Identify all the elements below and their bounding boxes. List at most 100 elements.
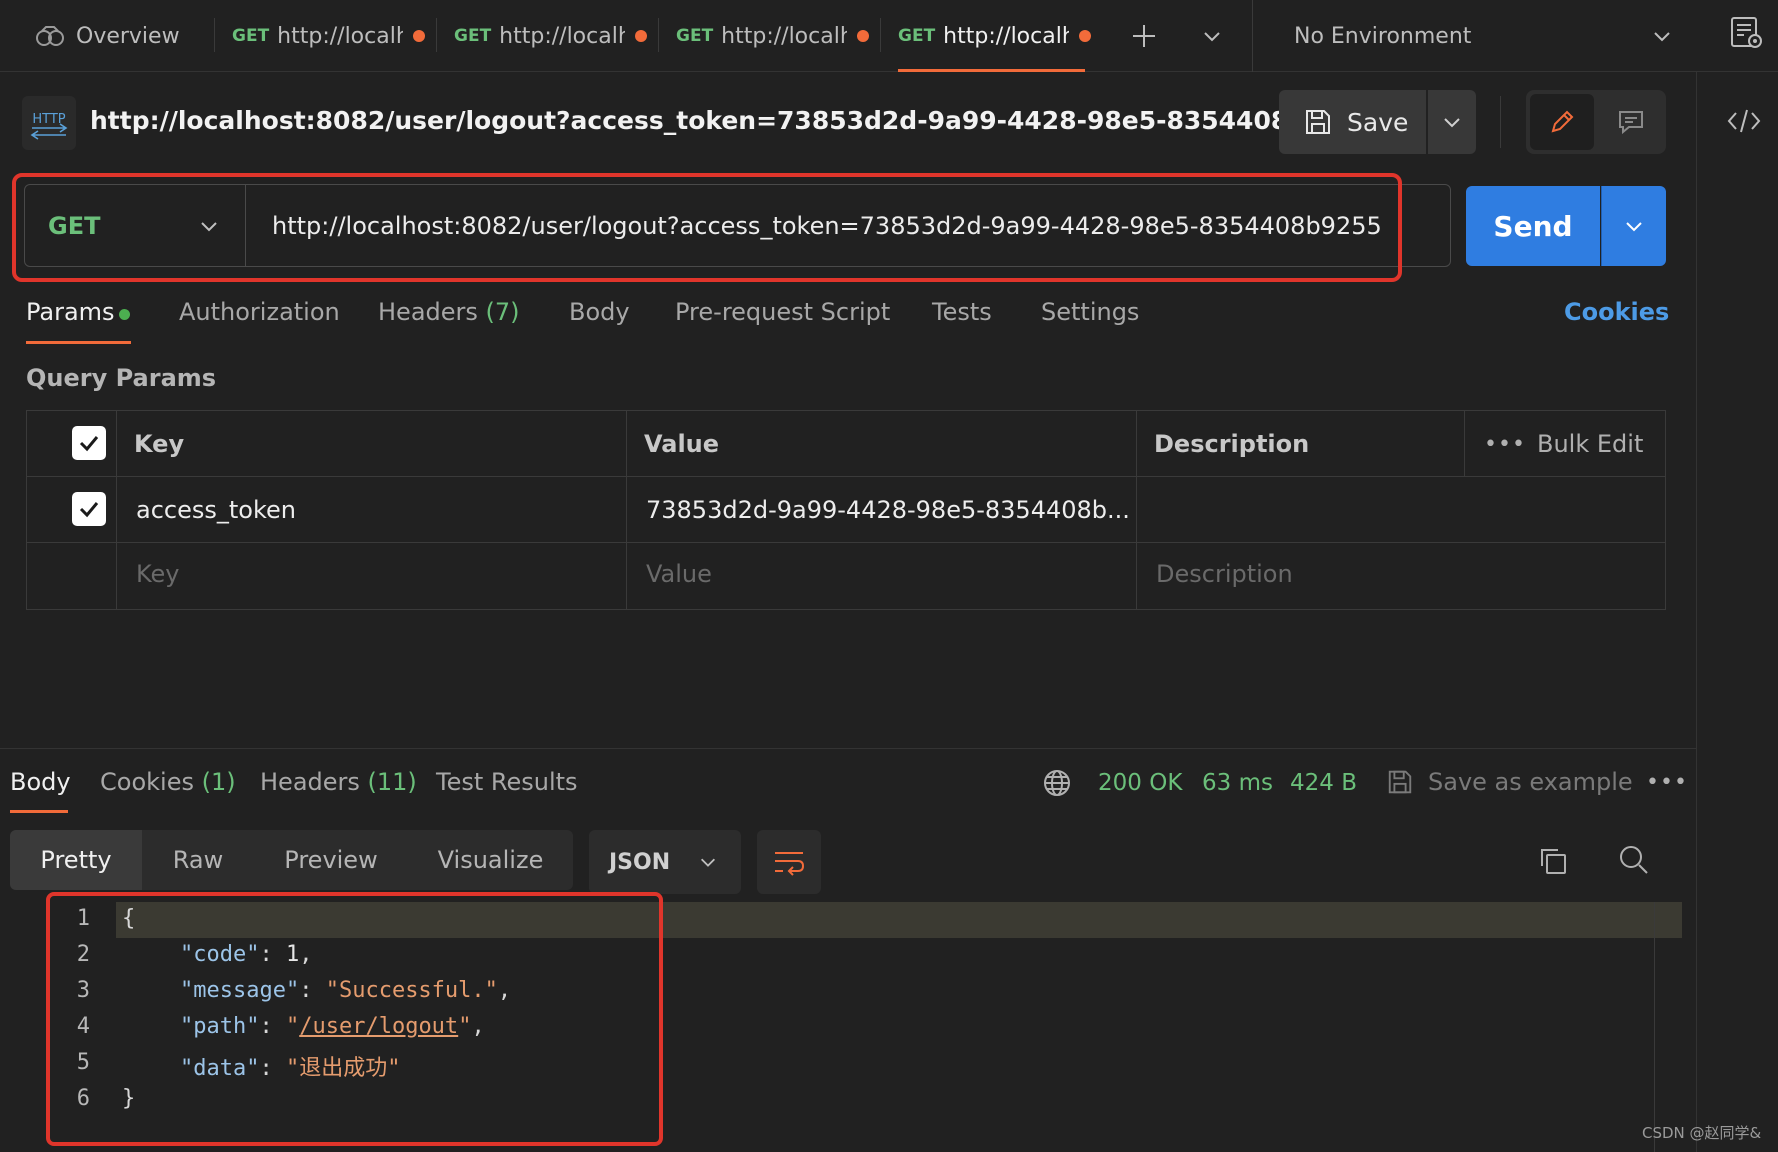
tab-overview[interactable]: Overview bbox=[34, 0, 180, 72]
comments-button[interactable] bbox=[1600, 94, 1662, 150]
response-tab-cookies[interactable]: Cookies (1) bbox=[100, 768, 236, 796]
status-code[interactable]: 200 OK bbox=[1098, 770, 1182, 796]
checkmark-icon bbox=[77, 431, 101, 455]
new-tab-button[interactable] bbox=[1130, 22, 1158, 50]
new-key-input[interactable]: Key bbox=[136, 560, 180, 588]
cookies-link[interactable]: Cookies bbox=[1564, 298, 1669, 326]
request-tab[interactable]: GET http://localh bbox=[454, 0, 648, 72]
wrap-lines-icon bbox=[772, 847, 806, 877]
params-active-dot bbox=[119, 309, 130, 320]
tab-tests[interactable]: Tests bbox=[932, 298, 992, 326]
chevron-down-icon bbox=[698, 852, 718, 872]
tab-authorization[interactable]: Authorization bbox=[179, 298, 340, 326]
response-tab-body[interactable]: Body bbox=[10, 768, 71, 796]
send-button[interactable]: Send bbox=[1466, 186, 1600, 266]
tab-headers-label: Headers bbox=[378, 298, 478, 326]
format-selector[interactable]: JSON bbox=[589, 830, 741, 894]
save-as-example-button[interactable]: Save as example bbox=[1386, 768, 1633, 796]
column-header-key: Key bbox=[134, 430, 185, 458]
network-info-button[interactable] bbox=[1042, 768, 1072, 798]
save-options-button[interactable] bbox=[1428, 90, 1476, 154]
eye-document-icon bbox=[1728, 14, 1764, 50]
right-sidebar bbox=[1696, 72, 1778, 1152]
more-options-icon[interactable]: ••• bbox=[1646, 770, 1688, 795]
active-tab-indicator bbox=[898, 69, 1085, 72]
active-tab-indicator bbox=[26, 341, 131, 344]
code-snippet-button[interactable] bbox=[1726, 106, 1762, 136]
tab-settings[interactable]: Settings bbox=[1041, 298, 1139, 326]
tab-params[interactable]: Params bbox=[26, 298, 115, 326]
save-icon bbox=[1303, 107, 1333, 137]
new-description-input[interactable]: Description bbox=[1156, 560, 1293, 588]
view-visualize-button[interactable]: Visualize bbox=[408, 830, 573, 890]
table-col-divider bbox=[1464, 410, 1465, 476]
wrap-lines-button[interactable] bbox=[757, 830, 821, 894]
plus-icon bbox=[1130, 22, 1158, 50]
response-pane-divider[interactable] bbox=[0, 748, 1696, 749]
tab-separator bbox=[880, 18, 881, 52]
watermark: CSDN @赵同学& bbox=[1642, 1124, 1762, 1142]
comment-icon bbox=[1616, 107, 1646, 137]
tab-method: GET bbox=[232, 26, 270, 46]
unsaved-dot bbox=[635, 30, 648, 42]
table-row-divider bbox=[26, 542, 1666, 543]
response-tab-headers-label: Headers bbox=[260, 768, 360, 796]
format-label: JSON bbox=[609, 849, 671, 875]
view-raw-button[interactable]: Raw bbox=[142, 830, 254, 890]
select-all-checkbox[interactable] bbox=[72, 426, 106, 460]
search-response-button[interactable] bbox=[1618, 844, 1650, 876]
chevron-down-icon bbox=[1623, 215, 1645, 237]
chevron-down-icon bbox=[1650, 24, 1674, 48]
more-options-icon[interactable]: ••• bbox=[1484, 432, 1526, 457]
tab-method: GET bbox=[898, 26, 936, 46]
param-key-cell[interactable]: access_token bbox=[136, 496, 296, 524]
unsaved-dot bbox=[857, 30, 870, 42]
table-col-divider bbox=[116, 410, 117, 610]
request-tab[interactable]: GET http://localh bbox=[232, 0, 426, 72]
request-tab-active[interactable]: GET http://localh bbox=[898, 0, 1092, 72]
new-value-input[interactable]: Value bbox=[646, 560, 712, 588]
save-label: Save bbox=[1347, 107, 1409, 137]
column-header-value: Value bbox=[644, 430, 720, 458]
code-icon bbox=[1726, 106, 1762, 136]
unsaved-dot bbox=[1079, 30, 1092, 42]
tab-separator bbox=[1252, 0, 1253, 72]
tab-prerequest-script[interactable]: Pre-request Script bbox=[675, 298, 890, 326]
param-row-checkbox[interactable] bbox=[72, 492, 106, 526]
tab-separator bbox=[658, 18, 659, 52]
send-options-button[interactable] bbox=[1601, 186, 1666, 266]
tab-url: http://localh bbox=[943, 23, 1070, 49]
environment-quick-look-button[interactable] bbox=[1728, 14, 1764, 50]
response-time[interactable]: 63 ms bbox=[1202, 770, 1273, 796]
environment-label: No Environment bbox=[1294, 23, 1472, 49]
request-title[interactable]: http://localhost:8082/user/logout?access… bbox=[90, 106, 1376, 135]
tab-headers[interactable]: Headers (7) bbox=[378, 298, 520, 326]
column-header-description: Description bbox=[1154, 430, 1310, 458]
unsaved-dot bbox=[413, 30, 426, 42]
tab-separator bbox=[436, 18, 437, 52]
tabs-dropdown-button[interactable] bbox=[1200, 24, 1224, 48]
edit-mode-button[interactable] bbox=[1530, 94, 1594, 150]
response-tab-test-results[interactable]: Test Results bbox=[436, 768, 578, 796]
response-size[interactable]: 424 B bbox=[1290, 770, 1357, 796]
param-value-cell[interactable]: 73853d2d-9a99-4428-98e5-8354408b... bbox=[646, 496, 1130, 524]
save-button[interactable]: Save bbox=[1279, 90, 1426, 154]
tab-method: GET bbox=[454, 26, 492, 46]
view-preview-button[interactable]: Preview bbox=[254, 830, 408, 890]
query-params-title: Query Params bbox=[26, 364, 217, 392]
response-tab-headers[interactable]: Headers (11) bbox=[260, 768, 417, 796]
copy-response-button[interactable] bbox=[1538, 846, 1568, 876]
http-request-badge: HTTP bbox=[22, 96, 76, 150]
http-icon: HTTP bbox=[28, 106, 70, 140]
request-tab[interactable]: GET http://localh bbox=[676, 0, 870, 72]
tab-headers-count: (7) bbox=[485, 298, 520, 326]
pencil-icon bbox=[1547, 107, 1577, 137]
view-pretty-button[interactable]: Pretty bbox=[10, 830, 142, 890]
tab-body[interactable]: Body bbox=[569, 298, 630, 326]
annotation-highlight bbox=[12, 173, 1402, 282]
response-tab-cookies-count: (1) bbox=[201, 768, 236, 796]
bulk-edit-button[interactable]: Bulk Edit bbox=[1537, 430, 1643, 458]
response-tab-cookies-label: Cookies bbox=[100, 768, 194, 796]
overview-icon bbox=[34, 25, 66, 47]
environment-selector[interactable]: No Environment bbox=[1294, 18, 1674, 54]
